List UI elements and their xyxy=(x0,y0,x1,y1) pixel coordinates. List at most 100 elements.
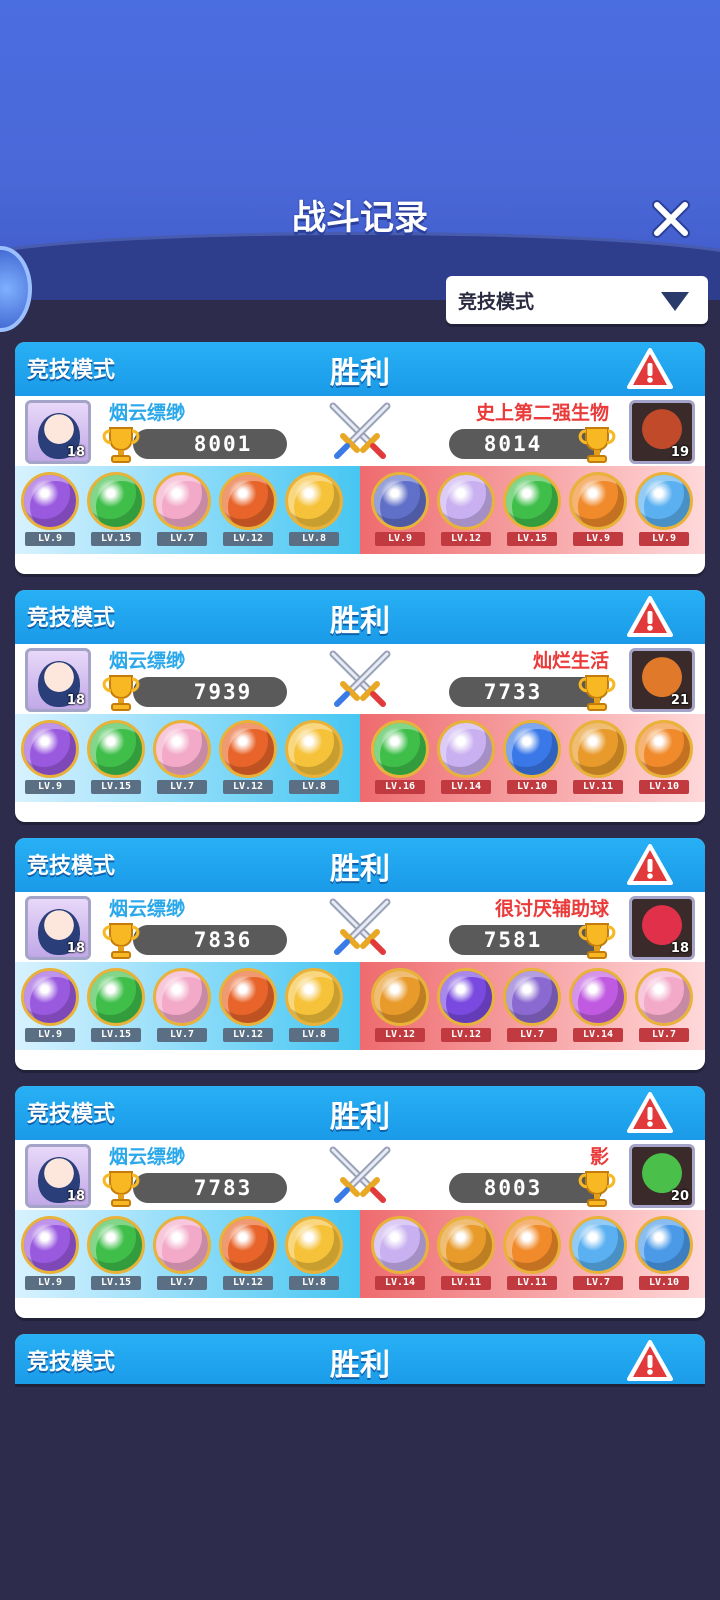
record-card[interactable]: 竞技模式 胜利 xyxy=(15,1334,705,1384)
my-ball[interactable]: LV.7 xyxy=(153,1216,211,1292)
warning-icon xyxy=(627,844,673,885)
opponent-ball[interactable]: LV.12 xyxy=(437,472,495,548)
opponent-avatar[interactable]: 21 xyxy=(629,648,695,712)
my-ball[interactable]: LV.15 xyxy=(87,472,145,548)
ball-level: LV.9 xyxy=(25,1028,75,1042)
my-ball[interactable]: LV.7 xyxy=(153,720,211,796)
my-ball[interactable]: LV.8 xyxy=(285,720,343,796)
opponent-ball[interactable]: LV.14 xyxy=(437,720,495,796)
opponent-ball[interactable]: LV.11 xyxy=(503,1216,561,1292)
opponent-ball[interactable]: LV.7 xyxy=(569,1216,627,1292)
ball-icon xyxy=(219,720,277,778)
opponent-ball[interactable]: LV.7 xyxy=(503,968,561,1044)
opponent-ball[interactable]: LV.10 xyxy=(635,720,693,796)
ball-level: LV.11 xyxy=(573,780,623,794)
opponent-ball[interactable]: LV.9 xyxy=(371,472,429,548)
opponent-name[interactable]: 史上第二强生物 xyxy=(476,398,609,425)
opponent-name[interactable]: 灿烂生活 xyxy=(533,646,609,673)
ball-icon xyxy=(569,720,627,778)
ball-icon xyxy=(437,720,495,778)
ball-level: LV.12 xyxy=(223,780,273,794)
ball-icon xyxy=(437,1216,495,1274)
ball-icon xyxy=(285,720,343,778)
trophy-icon xyxy=(578,675,616,711)
opponent-name[interactable]: 很讨厌辅助球 xyxy=(495,894,609,921)
ball-lineup: LV.9 LV.15 LV.7 LV.12 LV.8 LV.16 LV.14 LV.10 LV.… xyxy=(15,714,705,802)
opponent-level: 18 xyxy=(670,941,689,956)
my-ball[interactable]: LV.8 xyxy=(285,1216,343,1292)
my-ball[interactable]: LV.12 xyxy=(219,968,277,1044)
ball-icon xyxy=(635,472,693,530)
opponent-avatar[interactable]: 19 xyxy=(629,400,695,464)
record-card[interactable]: 竞技模式 胜利 18 烟云缥缈 7783 影 8003 20 LV.9 LV.15 LV.7 LV.1… xyxy=(15,1086,705,1318)
opponent-ball[interactable]: LV.16 xyxy=(371,720,429,796)
opponent-ball[interactable]: LV.11 xyxy=(569,720,627,796)
my-ball[interactable]: LV.8 xyxy=(285,968,343,1044)
opponent-avatar[interactable]: 20 xyxy=(629,1144,695,1208)
my-avatar[interactable]: 18 xyxy=(25,1144,91,1208)
my-trophies: 7783 xyxy=(193,1176,253,1200)
ball-icon xyxy=(153,1216,211,1274)
ball-icon xyxy=(153,968,211,1026)
my-trophy-bar: 7836 xyxy=(133,925,287,955)
ball-lineup: LV.9 LV.15 LV.7 LV.12 LV.8 LV.12 LV.12 LV.7 LV.1… xyxy=(15,962,705,1050)
my-avatar[interactable]: 18 xyxy=(25,896,91,960)
record-card[interactable]: 竞技模式 胜利 18 烟云缥缈 8001 史上第二强生物 8014 19 LV.9 LV.15 LV… xyxy=(15,342,705,574)
my-ball[interactable]: LV.9 xyxy=(21,472,79,548)
ball-level: LV.15 xyxy=(507,532,557,546)
my-ball[interactable]: LV.12 xyxy=(219,1216,277,1292)
ball-level: LV.15 xyxy=(91,780,141,794)
opponent-ball[interactable]: LV.12 xyxy=(371,968,429,1044)
ball-level: LV.15 xyxy=(91,1028,141,1042)
my-name: 烟云缥缈 xyxy=(109,1146,186,1168)
opponent-ball[interactable]: LV.14 xyxy=(371,1216,429,1292)
my-ball[interactable]: LV.9 xyxy=(21,720,79,796)
my-ball[interactable]: LV.15 xyxy=(87,720,145,796)
opponent-ball[interactable]: LV.9 xyxy=(569,472,627,548)
opponent-ball[interactable]: LV.12 xyxy=(437,968,495,1044)
opponent-ball[interactable]: LV.9 xyxy=(635,472,693,548)
ball-icon xyxy=(87,968,145,1026)
my-ball[interactable]: LV.9 xyxy=(21,968,79,1044)
mode-filter-dropdown[interactable]: 竞技模式 xyxy=(446,276,708,324)
ball-icon xyxy=(219,968,277,1026)
opponent-level: 20 xyxy=(670,1189,689,1204)
ball-icon xyxy=(285,1216,343,1274)
my-ball[interactable]: LV.12 xyxy=(219,472,277,548)
my-ball[interactable]: LV.7 xyxy=(153,472,211,548)
record-card[interactable]: 竞技模式 胜利 18 烟云缥缈 7836 很讨厌辅助球 7581 18 LV.9 LV.15 LV.… xyxy=(15,838,705,1070)
record-header: 竞技模式 胜利 xyxy=(15,342,705,396)
opponent-ball[interactable]: LV.10 xyxy=(503,720,561,796)
my-ball[interactable]: LV.15 xyxy=(87,1216,145,1292)
my-ball[interactable]: LV.9 xyxy=(21,1216,79,1292)
opponent-name[interactable]: 影 xyxy=(590,1142,609,1169)
ball-level: LV.11 xyxy=(507,1276,557,1290)
my-ball[interactable]: LV.7 xyxy=(153,968,211,1044)
warning-icon xyxy=(627,1092,673,1133)
my-avatar[interactable]: 18 xyxy=(25,400,91,464)
ball-level: LV.15 xyxy=(91,532,141,546)
opponent-ball[interactable]: LV.7 xyxy=(635,968,693,1044)
my-avatar[interactable]: 18 xyxy=(25,648,91,712)
my-ball[interactable]: LV.15 xyxy=(87,968,145,1044)
my-ball[interactable]: LV.12 xyxy=(219,720,277,796)
my-trophies: 7939 xyxy=(193,680,253,704)
ball-icon xyxy=(371,1216,429,1274)
record-card[interactable]: 竞技模式 胜利 18 烟云缥缈 7939 灿烂生活 7733 21 LV.9 LV.15 LV.7 L… xyxy=(15,590,705,822)
my-level: 18 xyxy=(66,693,85,708)
my-trophy-bar: 7939 xyxy=(133,677,287,707)
opponent-ball[interactable]: LV.14 xyxy=(569,968,627,1044)
ball-level: LV.7 xyxy=(507,1028,557,1042)
opponent-ball[interactable]: LV.11 xyxy=(437,1216,495,1292)
opponent-ball[interactable]: LV.15 xyxy=(503,472,561,548)
opponent-avatar[interactable]: 18 xyxy=(629,896,695,960)
ball-icon xyxy=(569,472,627,530)
ball-level: LV.10 xyxy=(507,780,557,794)
ball-level: LV.16 xyxy=(375,780,425,794)
my-ball[interactable]: LV.8 xyxy=(285,472,343,548)
opponent-ball[interactable]: LV.10 xyxy=(635,1216,693,1292)
record-header: 竞技模式 胜利 xyxy=(15,838,705,892)
ball-icon xyxy=(87,1216,145,1274)
close-button[interactable] xyxy=(648,196,694,242)
crossed-swords-icon xyxy=(329,1146,391,1203)
